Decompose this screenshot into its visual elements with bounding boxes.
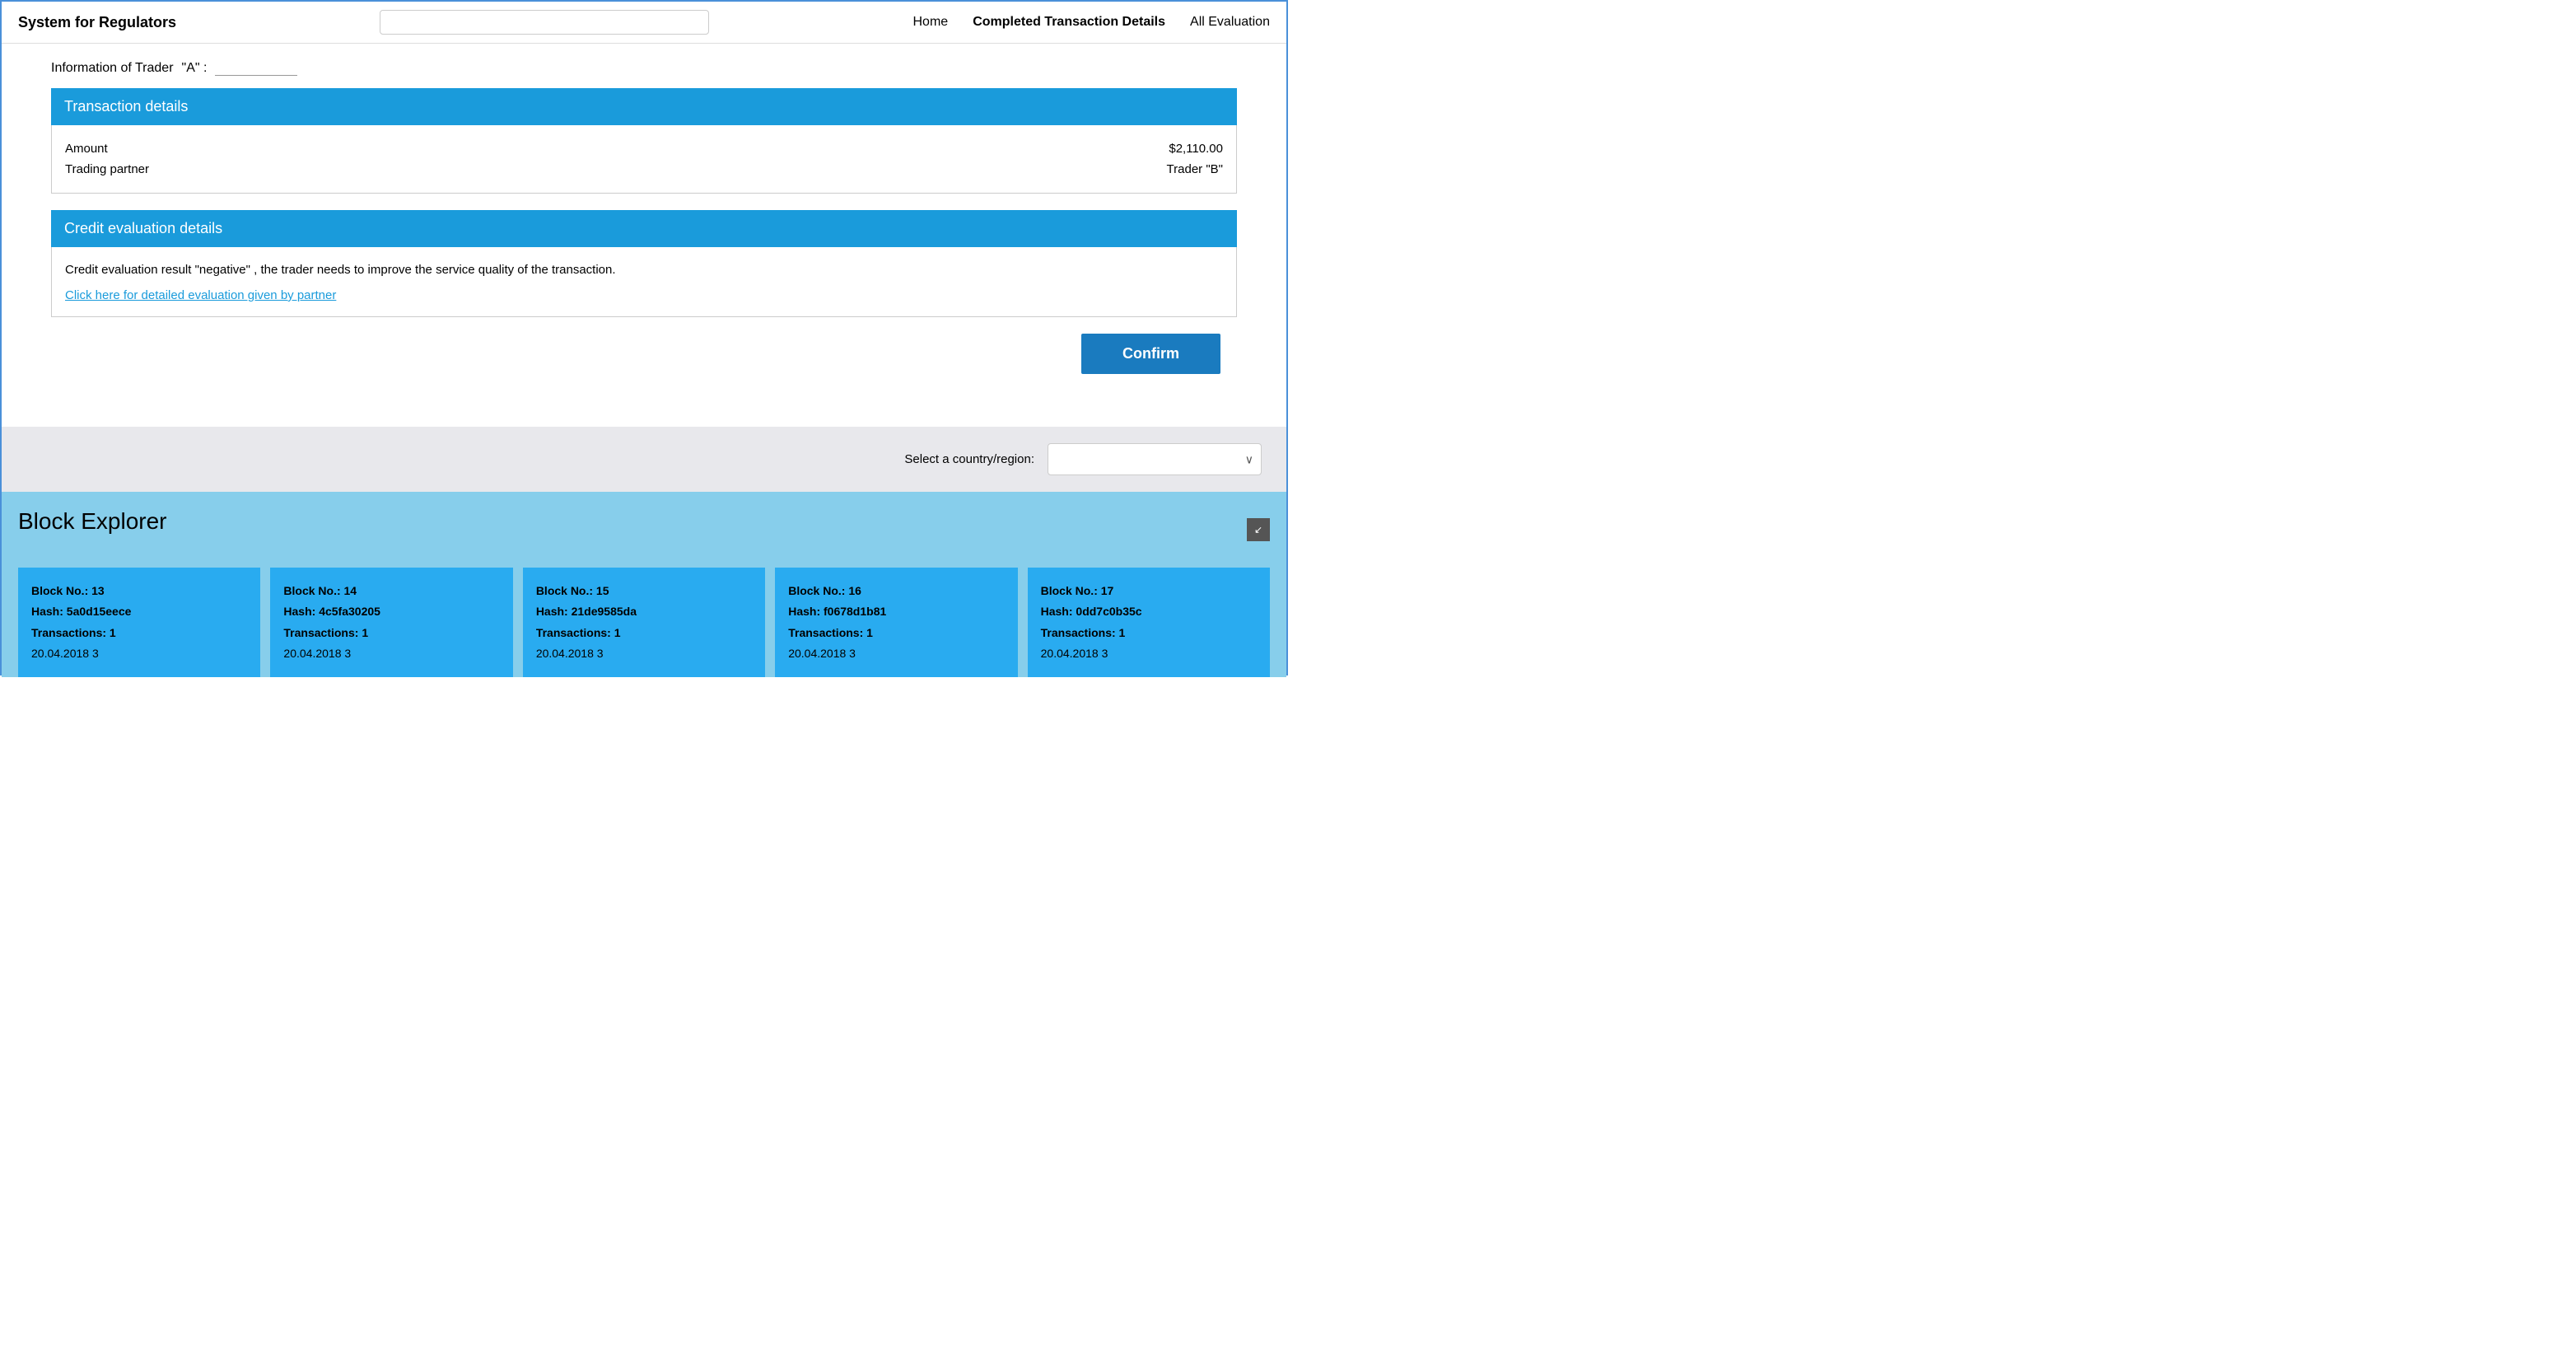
block-card[interactable]: Block No.: 16 Hash: f0678d1b81 Transacti… [775, 568, 1017, 677]
credit-evaluation-content: Credit evaluation result "negative" , th… [51, 247, 1237, 317]
block-date: 20.04.2018 3 [1041, 643, 1257, 664]
nav-links: Home Completed Transaction Details All E… [913, 15, 1270, 30]
country-section: Select a country/region: [2, 427, 1286, 492]
country-label: Select a country/region: [904, 452, 1034, 466]
credit-detail-link[interactable]: Click here for detailed evaluation given… [65, 288, 336, 302]
block-explorer-header: Block Explorer ↙ [18, 508, 1270, 551]
search-bar[interactable] [380, 10, 709, 35]
amount-label: Amount [65, 142, 108, 156]
block-hash: Hash: 4c5fa30205 [283, 601, 499, 622]
block-hash: Hash: 21de9585da [536, 601, 752, 622]
block-hash: Hash: f0678d1b81 [788, 601, 1004, 622]
block-date: 20.04.2018 3 [283, 643, 499, 664]
trader-name-input[interactable] [215, 60, 297, 76]
block-cards: Block No.: 13 Hash: 5a0d15eece Transacti… [18, 568, 1270, 677]
nav-all-evaluation[interactable]: All Evaluation [1190, 15, 1270, 30]
block-no: Block No.: 15 [536, 581, 752, 601]
minimize-icon[interactable]: ↙ [1247, 518, 1270, 541]
block-card[interactable]: Block No.: 17 Hash: 0dd7c0b35c Transacti… [1028, 568, 1270, 677]
block-card[interactable]: Block No.: 15 Hash: 21de9585da Transacti… [523, 568, 765, 677]
credit-evaluation-header: Credit evaluation details [51, 210, 1237, 247]
block-transactions: Transactions: 1 [31, 623, 247, 643]
main-content: Information of Trader "A" : Transaction … [2, 44, 1286, 415]
nav-completed-transaction[interactable]: Completed Transaction Details [973, 15, 1165, 30]
trader-info-label: Information of Trader "A" : [51, 60, 1237, 76]
transaction-details-header: Transaction details [51, 88, 1237, 125]
block-hash: Hash: 5a0d15eece [31, 601, 247, 622]
navbar: System for Regulators Home Completed Tra… [2, 2, 1286, 44]
block-explorer-title: Block Explorer [18, 508, 167, 535]
block-date: 20.04.2018 3 [31, 643, 247, 664]
block-card[interactable]: Block No.: 13 Hash: 5a0d15eece Transacti… [18, 568, 260, 677]
trading-partner-value: Trader "B" [1167, 162, 1223, 176]
amount-row: Amount $2,110.00 [65, 138, 1223, 159]
country-select[interactable] [1048, 443, 1262, 475]
country-select-wrapper [1048, 443, 1262, 475]
credit-evaluation-box: Credit evaluation details Credit evaluat… [51, 210, 1237, 317]
block-card[interactable]: Block No.: 14 Hash: 4c5fa30205 Transacti… [270, 568, 512, 677]
block-hash: Hash: 0dd7c0b35c [1041, 601, 1257, 622]
nav-home[interactable]: Home [913, 15, 949, 30]
transaction-details-box: Transaction details Amount $2,110.00 Tra… [51, 88, 1237, 194]
trader-name-text: "A" : [182, 61, 208, 76]
transaction-details-content: Amount $2,110.00 Trading partner Trader … [51, 125, 1237, 194]
block-transactions: Transactions: 1 [536, 623, 752, 643]
block-explorer-section: Block Explorer ↙ Block No.: 13 Hash: 5a0… [2, 492, 1286, 677]
block-date: 20.04.2018 3 [536, 643, 752, 664]
amount-value: $2,110.00 [1169, 142, 1223, 156]
block-transactions: Transactions: 1 [283, 623, 499, 643]
trading-partner-label: Trading partner [65, 162, 149, 176]
block-no: Block No.: 13 [31, 581, 247, 601]
block-no: Block No.: 14 [283, 581, 499, 601]
confirm-button-wrapper: Confirm [51, 334, 1237, 374]
trading-partner-row: Trading partner Trader "B" [65, 159, 1223, 180]
block-transactions: Transactions: 1 [1041, 623, 1257, 643]
block-transactions: Transactions: 1 [788, 623, 1004, 643]
block-no: Block No.: 17 [1041, 581, 1257, 601]
block-no: Block No.: 16 [788, 581, 1004, 601]
confirm-button[interactable]: Confirm [1081, 334, 1220, 374]
trader-info-text: Information of Trader [51, 61, 174, 76]
credit-result-text: Credit evaluation result "negative" , th… [65, 260, 1223, 280]
brand-title: System for Regulators [18, 14, 176, 31]
search-input[interactable] [380, 10, 709, 35]
block-date: 20.04.2018 3 [788, 643, 1004, 664]
